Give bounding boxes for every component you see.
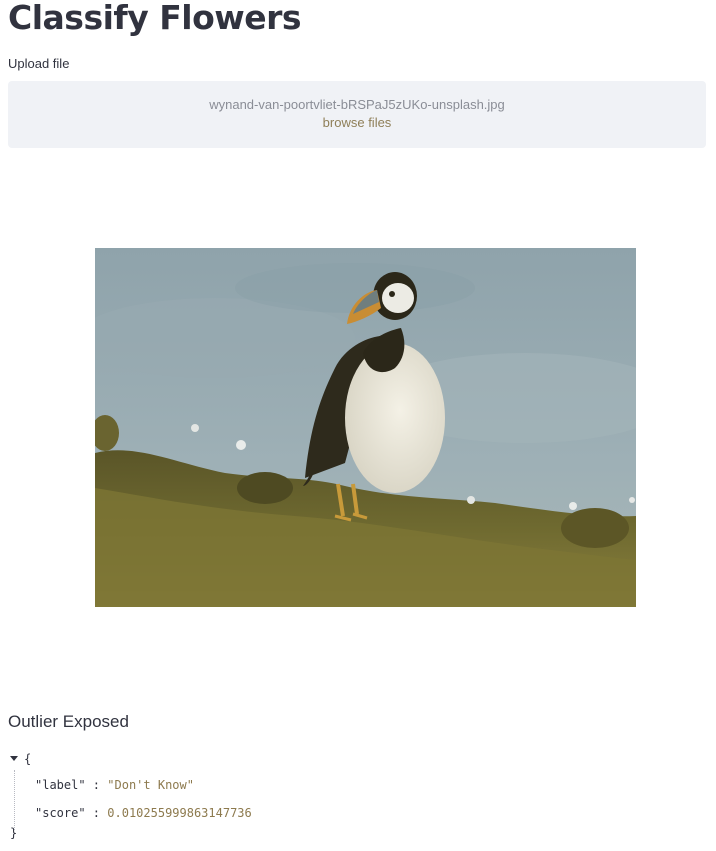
json-open-brace: { [24, 752, 32, 766]
result-heading: Outlier Exposed [8, 712, 129, 731]
puffin-photo-icon [95, 248, 636, 607]
uploaded-filename: wynand-van-poortvliet-bRSPaJ5zUKo-unspla… [209, 97, 505, 112]
json-label-row: "label" : "Don't Know" [35, 778, 194, 792]
app-page: Classify Flowers Upload file wynand-van-… [0, 0, 716, 851]
json-label-separator: : [85, 778, 108, 792]
file-uploader-label: Upload file [8, 56, 70, 71]
json-score-row: "score" : 0.010255999863147736 [35, 806, 252, 820]
uploaded-image [95, 248, 636, 607]
collapse-caret-icon[interactable] [10, 756, 18, 761]
json-score-value: 0.010255999863147736 [107, 806, 252, 820]
json-indent-guide [14, 770, 15, 830]
json-score-key: "score" [35, 806, 86, 820]
json-label-key: "label" [35, 778, 86, 792]
file-dropzone[interactable]: wynand-van-poortvliet-bRSPaJ5zUKo-unspla… [8, 81, 706, 148]
page-title: Classify Flowers [8, 0, 302, 37]
browse-files-button[interactable]: browse files [8, 115, 706, 130]
json-score-separator: : [85, 806, 108, 820]
json-label-value: "Don't Know" [107, 778, 194, 792]
json-close-brace: } [10, 826, 18, 840]
